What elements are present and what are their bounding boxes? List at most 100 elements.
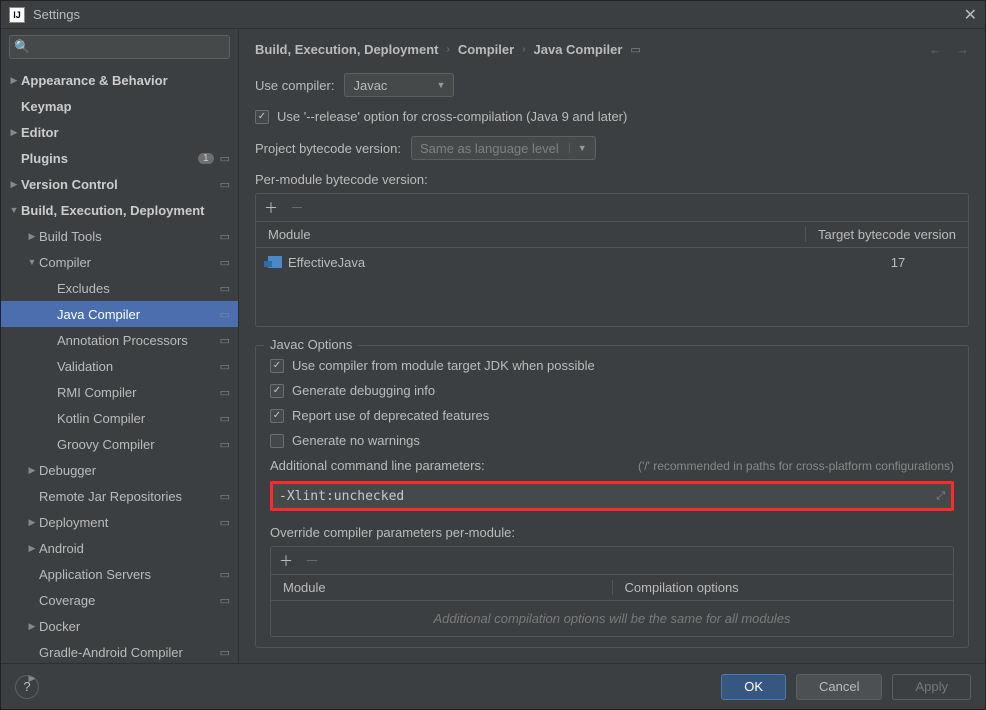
sidebar-item-plugins[interactable]: Plugins1▭	[1, 145, 238, 171]
sidebar-item-label: Android	[39, 541, 230, 556]
sidebar-item-label: Java Compiler	[57, 307, 220, 322]
project-badge-icon: ▭	[220, 412, 230, 425]
sidebar-item-label: Gradle-Android Compiler	[39, 645, 220, 660]
additional-params-input[interactable]	[273, 484, 930, 508]
project-badge-icon: ▭	[220, 516, 230, 529]
table-header: Module Target bytecode version	[256, 222, 968, 248]
use-compiler-label: Use compiler:	[255, 78, 334, 93]
sidebar-item-label: RMI Compiler	[57, 385, 220, 400]
sidebar-item-compiler[interactable]: ▼Compiler▭	[1, 249, 238, 275]
chevron-icon: ▼	[7, 205, 21, 215]
close-icon[interactable]: ✕	[964, 5, 977, 25]
target-version-cell[interactable]: 17	[828, 255, 968, 270]
chevron-icon: ▶	[25, 231, 39, 242]
add-icon[interactable]: ＋	[264, 198, 278, 218]
sidebar-item-application-servers[interactable]: Application Servers▭	[1, 561, 238, 587]
search-input[interactable]	[9, 35, 230, 59]
sidebar-item-groovy-compiler[interactable]: Groovy Compiler▭	[1, 431, 238, 457]
chevron-right-icon: ›	[522, 44, 525, 55]
sidebar-item-editor[interactable]: ▶Editor	[1, 119, 238, 145]
sidebar-item-build-tools[interactable]: ▶Build Tools▭	[1, 223, 238, 249]
chevron-icon: ▶	[7, 127, 21, 138]
crumb-2[interactable]: Compiler	[458, 42, 514, 57]
sidebar-item-docker[interactable]: ▶Docker	[1, 613, 238, 639]
sidebar-item-debugger[interactable]: ▶Debugger	[1, 457, 238, 483]
chevron-icon: ▶	[7, 179, 21, 190]
sidebar-item-rmi-compiler[interactable]: RMI Compiler▭	[1, 379, 238, 405]
ok-button[interactable]: OK	[721, 674, 786, 700]
project-badge-icon: ▭	[220, 334, 230, 347]
cancel-button[interactable]: Cancel	[796, 674, 882, 700]
sidebar-item-label: Excludes	[57, 281, 220, 296]
sidebar-item-label: Keymap	[21, 99, 230, 114]
sidebar-item-label: Remote Jar Repositories	[39, 489, 220, 504]
chevron-down-icon: ▼	[437, 80, 446, 90]
project-badge-icon: ▭	[220, 308, 230, 321]
crumb-1[interactable]: Build, Execution, Deployment	[255, 42, 438, 57]
sidebar-item-gradle-android-compiler[interactable]: Gradle-Android Compiler▭	[1, 639, 238, 663]
search-row: 🔍	[1, 29, 238, 65]
table-toolbar: ＋ －	[256, 194, 968, 222]
sidebar-item-annotation-processors[interactable]: Annotation Processors▭	[1, 327, 238, 353]
search-icon: 🔍	[14, 39, 30, 55]
settings-window: IJ Settings ✕ 🔍 ▶Appearance & BehaviorKe…	[0, 0, 986, 710]
project-badge-icon: ▭	[220, 178, 230, 191]
sidebar-item-kotlin-compiler[interactable]: Kotlin Compiler▭	[1, 405, 238, 431]
release-option-label: Use '--release' option for cross-compila…	[277, 109, 627, 124]
expand-icon[interactable]: ⤢	[930, 490, 951, 503]
table-row[interactable]: EffectiveJava 17	[256, 248, 968, 276]
sidebar-item-validation[interactable]: Validation▭	[1, 353, 238, 379]
project-bytecode-dropdown[interactable]: Same as language level ▼	[411, 136, 596, 160]
params-hint: ('/' recommended in paths for cross-plat…	[638, 459, 954, 473]
project-badge-icon: ▭	[220, 438, 230, 451]
use-module-jdk-checkbox[interactable]: ✓ Use compiler from module target JDK wh…	[270, 358, 954, 373]
sidebar-item-excludes[interactable]: Excludes▭	[1, 275, 238, 301]
col-compilation-options: Compilation options	[613, 580, 954, 595]
crumb-3: Java Compiler	[534, 42, 623, 57]
col-module: Module	[256, 227, 806, 242]
sidebar-item-label: Appearance & Behavior	[21, 73, 230, 88]
compiler-value: Javac	[353, 78, 387, 93]
module-name: EffectiveJava	[288, 255, 365, 270]
content: Use compiler: Javac ▼ ✓ Use '--release' …	[239, 69, 985, 663]
sidebar-item-label: Build Tools	[39, 229, 220, 244]
remove-icon[interactable]: －	[290, 198, 304, 218]
sidebar-item-label: Build, Execution, Deployment	[21, 203, 230, 218]
sidebar-item-coverage[interactable]: Coverage▭	[1, 587, 238, 613]
javac-legend: Javac Options	[264, 337, 358, 352]
nav-fwd-icon[interactable]: →	[956, 42, 969, 57]
params-label: Additional command line parameters:	[270, 458, 485, 473]
sidebar-item-version-control[interactable]: ▶Version Control▭	[1, 171, 238, 197]
report-deprecated-checkbox[interactable]: ✓ Report use of deprecated features	[270, 408, 954, 423]
javac-options-fieldset: Javac Options ✓ Use compiler from module…	[255, 345, 969, 648]
chevron-right-icon: ›	[446, 44, 449, 55]
project-badge-icon: ▭	[220, 282, 230, 295]
sidebar-item-remote-jar-repositories[interactable]: Remote Jar Repositories▭	[1, 483, 238, 509]
remove-icon[interactable]: －	[305, 551, 319, 571]
release-option-checkbox[interactable]: ✓ Use '--release' option for cross-compi…	[255, 109, 627, 124]
sidebar-item-java-compiler[interactable]: Java Compiler▭	[1, 301, 238, 327]
sidebar-item-android[interactable]: ▶Android	[1, 535, 238, 561]
sidebar-item-build-execution-deployment[interactable]: ▼Build, Execution, Deployment	[1, 197, 238, 223]
sidebar-item-label: Deployment	[39, 515, 220, 530]
sidebar-item-appearance-behavior[interactable]: ▶Appearance & Behavior	[1, 67, 238, 93]
settings-tree[interactable]: ▶Appearance & BehaviorKeymap▶EditorPlugi…	[1, 65, 238, 663]
project-badge-icon: ▭	[220, 230, 230, 243]
sidebar-item-keymap[interactable]: Keymap	[1, 93, 238, 119]
module-bytecode-table: ＋ － Module Target bytecode version Effec…	[255, 193, 969, 327]
checkbox-icon: ✓	[270, 384, 284, 398]
project-badge-icon: ▭	[220, 386, 230, 399]
generate-debug-checkbox[interactable]: ✓ Generate debugging info	[270, 383, 954, 398]
sidebar: 🔍 ▶Appearance & BehaviorKeymap▶EditorPlu…	[1, 29, 239, 663]
chevron-icon: ▶	[25, 517, 39, 528]
apply-button[interactable]: Apply	[892, 674, 971, 700]
nav-back-icon[interactable]: ←	[929, 42, 942, 57]
col-target-version: Target bytecode version	[806, 227, 968, 242]
add-icon[interactable]: ＋	[279, 551, 293, 571]
checkbox-icon: ✓	[255, 110, 269, 124]
module-icon	[268, 256, 282, 268]
sidebar-item-deployment[interactable]: ▶Deployment▭	[1, 509, 238, 535]
generate-no-warnings-checkbox[interactable]: Generate no warnings	[270, 433, 954, 448]
counter-badge: 1	[198, 153, 214, 164]
compiler-dropdown[interactable]: Javac ▼	[344, 73, 454, 97]
